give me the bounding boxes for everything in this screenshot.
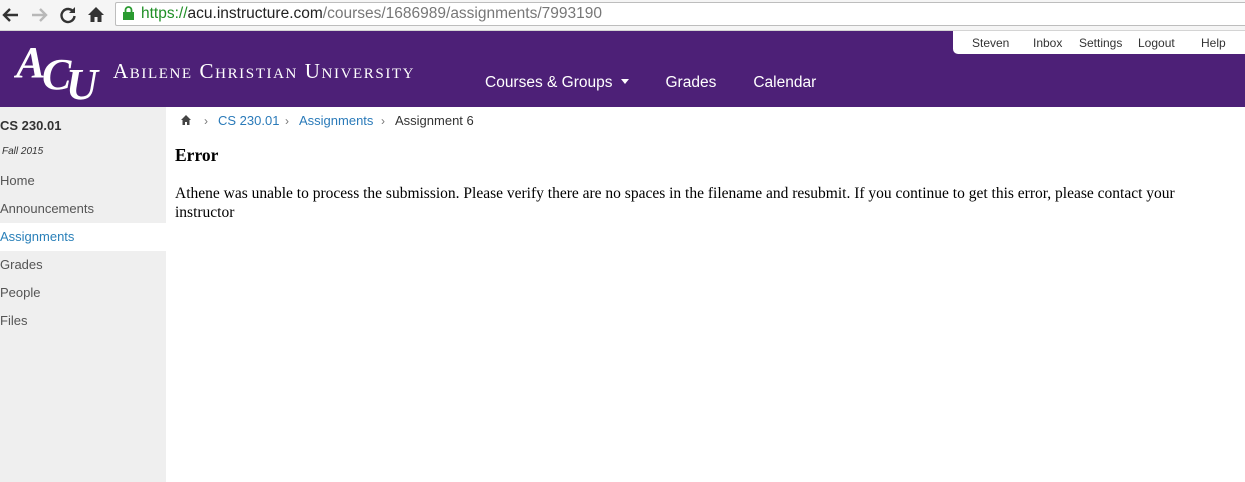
help-link[interactable]: Help [1201,36,1226,50]
reload-icon[interactable] [57,4,79,26]
user-name-link[interactable]: Steven [972,36,1009,50]
home-icon[interactable] [85,4,107,26]
school-name[interactable]: Abilene Christian University [113,59,415,84]
settings-link[interactable]: Settings [1079,36,1122,50]
address-bar[interactable]: https://acu.instructure.com/courses/1686… [115,2,1245,26]
back-arrow-icon[interactable] [0,4,22,26]
lock-icon [122,6,135,25]
chevron-right-icon: › [381,114,385,128]
forward-arrow-icon[interactable] [28,4,50,26]
chevron-right-icon: › [285,114,289,128]
course-code: CS 230.01 [0,118,62,133]
logout-link[interactable]: Logout [1138,36,1175,50]
course-sidebar: CS 230.01 Fall 2015 Home Announcements A… [0,107,166,482]
svg-text:U: U [66,60,100,101]
user-nav: Steven Inbox Settings Logout Help [953,31,1245,54]
nav-calendar[interactable]: Calendar [753,74,816,92]
sidebar-item-home[interactable]: Home [0,167,166,195]
url-scheme: https:// [141,5,188,22]
nav-courses-groups[interactable]: Courses & Groups [485,74,629,92]
nav-grades[interactable]: Grades [666,74,717,92]
sidebar-item-people[interactable]: People [0,279,166,307]
sidebar-item-announcements[interactable]: Announcements [0,195,166,223]
url-host: acu.instructure.com [187,5,323,22]
inbox-link[interactable]: Inbox [1033,36,1062,50]
breadcrumb-assignments[interactable]: Assignments [299,113,373,128]
url-path: /courses/1686989/assignments/7993190 [322,5,602,22]
global-header: A C U Abilene Christian University Cours… [0,31,1245,109]
browser-toolbar: https://acu.instructure.com/courses/1686… [0,0,1245,31]
caret-down-icon [620,79,629,84]
home-icon[interactable] [180,114,192,129]
main-nav: Courses & Groups Grades Calendar [485,74,853,92]
sidebar-item-assignments[interactable]: Assignments [0,223,166,251]
chevron-right-icon: › [204,114,208,128]
sidebar-item-files[interactable]: Files [0,307,166,335]
acu-logo[interactable]: A C U [13,37,106,109]
sidebar-item-grades[interactable]: Grades [0,251,166,279]
error-message: Athene was unable to process the submiss… [175,185,1175,221]
breadcrumb-course[interactable]: CS 230.01 [218,113,279,128]
breadcrumb-current: Assignment 6 [395,113,474,128]
course-term: Fall 2015 [2,146,44,157]
svg-text:A: A [14,38,45,87]
page-title: Error [175,145,219,165]
